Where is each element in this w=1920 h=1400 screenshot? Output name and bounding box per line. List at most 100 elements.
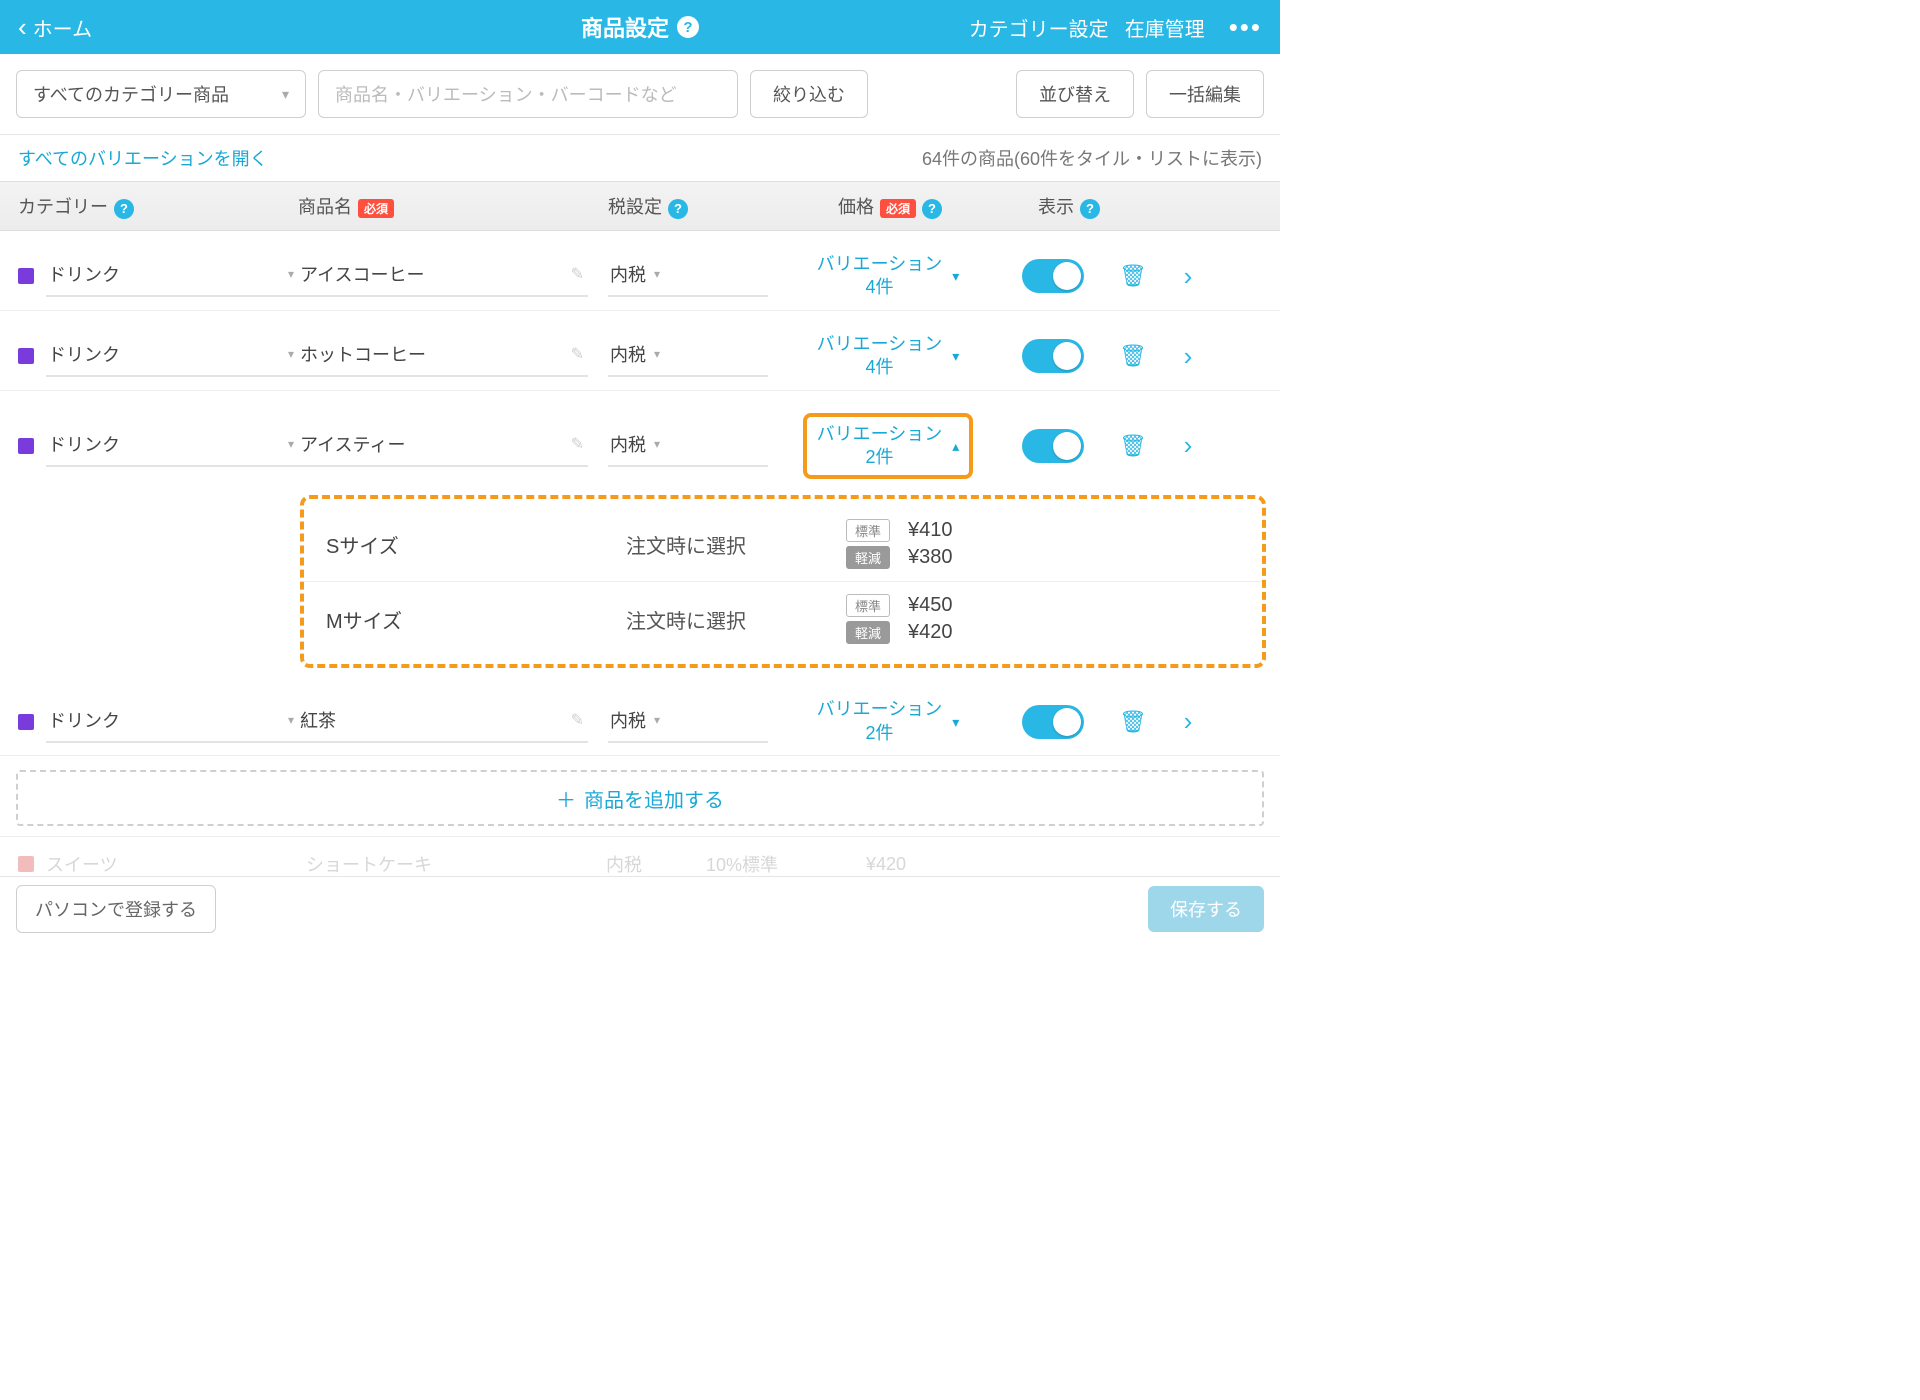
price-standard: ¥410 <box>908 519 978 542</box>
bottom-bar: パソコンで登録する 保存する <box>0 876 1280 940</box>
variation-row: Mサイズ 注文時に選択 標準 ¥450 軽減 ¥420 <box>304 582 1262 656</box>
variation-toggle[interactable]: バリエーション2件 ▾ <box>817 698 960 745</box>
chevron-up-icon: ▴ <box>952 437 959 455</box>
sort-button[interactable]: 並び替え <box>1016 70 1134 118</box>
category-filter-select[interactable]: すべてのカテゴリー商品 ▾ <box>16 70 306 118</box>
delete-button[interactable] <box>1098 343 1168 369</box>
product-name-input[interactable]: アイスコーヒー ✎ <box>298 255 588 297</box>
tax-select[interactable]: 内税▾ <box>608 335 768 377</box>
category-color-swatch <box>18 438 34 454</box>
variation-toggle[interactable]: バリエーション2件 ▴ <box>803 413 974 480</box>
stock-management-link[interactable]: 在庫管理 <box>1125 13 1205 42</box>
variation-select-text: 注文時に選択 <box>626 605 846 634</box>
col-name: 商品名必須 <box>298 193 608 219</box>
col-tax: 税設定? <box>608 193 838 219</box>
item-count-label: 64件の商品(60件をタイル・リストに表示) <box>922 145 1262 171</box>
trash-icon <box>1119 263 1147 289</box>
display-toggle[interactable] <box>1022 429 1084 463</box>
edit-icon: ✎ <box>571 344 584 364</box>
chevron-right-icon <box>1184 261 1193 292</box>
col-price: 価格必須? <box>838 193 1038 219</box>
detail-button[interactable] <box>1168 261 1208 292</box>
help-icon[interactable]: ? <box>114 199 134 219</box>
chevron-down-icon: ▾ <box>952 347 959 365</box>
table-row: ドリンク▾ ホットコーヒー✎ 内税▾ バリエーション4件 ▾ <box>0 311 1280 391</box>
product-rows: ドリンク ▾ アイスコーヒー ✎ 内税 ▾ バリエーション4件 ▾ <box>0 231 1280 891</box>
trash-icon <box>1119 709 1147 735</box>
price-standard: ¥450 <box>908 594 978 617</box>
trash-icon <box>1119 433 1147 459</box>
page-title: 商品設定 ? <box>581 11 699 43</box>
bulk-edit-button[interactable]: 一括編集 <box>1146 70 1264 118</box>
product-name-input[interactable]: アイスティー✎ <box>298 425 588 467</box>
trash-icon <box>1119 343 1147 369</box>
table-row: ドリンク ▾ アイスコーヒー ✎ 内税 ▾ バリエーション4件 ▾ <box>0 231 1280 311</box>
variation-select-text: 注文時に選択 <box>626 530 846 559</box>
required-badge: 必須 <box>880 199 916 218</box>
help-icon[interactable]: ? <box>922 199 942 219</box>
tax-reduced-tag: 軽減 <box>846 546 890 569</box>
delete-button[interactable] <box>1098 709 1168 735</box>
pc-register-button[interactable]: パソコンで登録する <box>16 885 216 933</box>
subheader: すべてのバリエーションを開く 64件の商品(60件をタイル・リストに表示) <box>0 135 1280 181</box>
chevron-down-icon: ▾ <box>952 713 959 731</box>
edit-icon: ✎ <box>571 434 584 454</box>
chevron-down-icon: ▾ <box>654 347 660 361</box>
variation-panel: Sサイズ 注文時に選択 標準 ¥410 軽減 ¥380 Mサイズ 注文時に選択 <box>300 495 1266 668</box>
product-name-input[interactable]: 紅茶✎ <box>298 701 588 743</box>
category-select[interactable]: ドリンク▾ <box>46 335 298 377</box>
tax-select[interactable]: 内税▾ <box>608 701 768 743</box>
chevron-down-icon: ▾ <box>288 437 294 451</box>
variation-toggle[interactable]: バリエーション4件 ▾ <box>817 253 960 300</box>
edit-icon: ✎ <box>571 710 584 730</box>
tax-select[interactable]: 内税 ▾ <box>608 255 768 297</box>
help-icon[interactable]: ? <box>668 199 688 219</box>
required-badge: 必須 <box>358 199 394 218</box>
category-color-swatch <box>18 714 34 730</box>
detail-button[interactable] <box>1168 341 1208 372</box>
tax-standard-tag: 標準 <box>846 519 890 542</box>
edit-icon: ✎ <box>571 264 584 284</box>
detail-button[interactable] <box>1168 706 1208 737</box>
variation-toggle[interactable]: バリエーション4件 ▾ <box>817 333 960 380</box>
category-select[interactable]: ドリンク▾ <box>46 425 298 467</box>
help-icon[interactable]: ? <box>677 16 699 38</box>
delete-button[interactable] <box>1098 433 1168 459</box>
category-color-swatch <box>18 856 34 872</box>
back-button[interactable]: ‹ ホーム <box>18 13 92 42</box>
more-menu-icon[interactable]: ••• <box>1229 12 1262 43</box>
tax-select[interactable]: 内税▾ <box>608 425 768 467</box>
detail-button[interactable] <box>1168 430 1208 461</box>
save-button[interactable]: 保存する <box>1148 886 1264 932</box>
tax-standard-tag: 標準 <box>846 594 890 617</box>
add-product-button[interactable]: ＋ 商品を追加する <box>16 770 1264 826</box>
price-reduced: ¥380 <box>908 546 978 569</box>
category-select[interactable]: ドリンク▾ <box>46 701 298 743</box>
category-select[interactable]: ドリンク ▾ <box>46 255 298 297</box>
variation-row: Sサイズ 注文時に選択 標準 ¥410 軽減 ¥380 <box>304 507 1262 582</box>
price-reduced: ¥420 <box>908 621 978 644</box>
variation-name: Mサイズ <box>326 605 626 634</box>
chevron-down-icon: ▾ <box>654 713 660 727</box>
variation-name: Sサイズ <box>326 530 626 559</box>
chevron-right-icon <box>1184 706 1193 737</box>
filter-button[interactable]: 絞り込む <box>750 70 868 118</box>
display-toggle[interactable] <box>1022 339 1084 373</box>
back-label: ホーム <box>33 13 92 42</box>
display-toggle[interactable] <box>1022 259 1084 293</box>
search-input[interactable]: 商品名・バリエーション・バーコードなど <box>318 70 738 118</box>
category-settings-link[interactable]: カテゴリー設定 <box>969 13 1109 42</box>
expand-all-link[interactable]: すべてのバリエーションを開く <box>18 145 268 171</box>
toolbar: すべてのカテゴリー商品 ▾ 商品名・バリエーション・バーコードなど 絞り込む 並… <box>0 54 1280 135</box>
display-toggle[interactable] <box>1022 705 1084 739</box>
chevron-down-icon: ▾ <box>288 713 294 727</box>
product-name-input[interactable]: ホットコーヒー✎ <box>298 335 588 377</box>
chevron-down-icon: ▾ <box>654 437 660 451</box>
delete-button[interactable] <box>1098 263 1168 289</box>
help-icon[interactable]: ? <box>1080 199 1100 219</box>
chevron-down-icon: ▾ <box>654 267 660 281</box>
chevron-right-icon <box>1184 430 1193 461</box>
tax-reduced-tag: 軽減 <box>846 621 890 644</box>
chevron-down-icon: ▾ <box>288 267 294 281</box>
chevron-down-icon: ▾ <box>952 267 959 285</box>
